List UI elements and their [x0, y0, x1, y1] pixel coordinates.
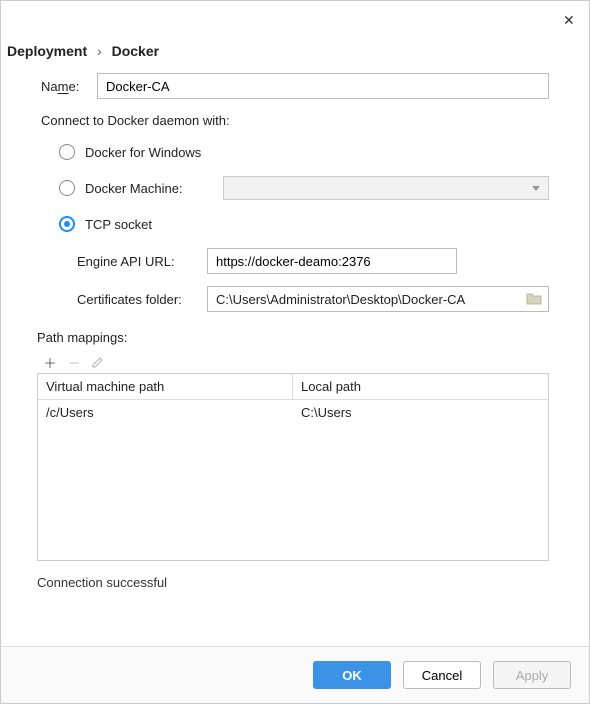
- engine-api-url-input[interactable]: [207, 248, 457, 274]
- apply-button: Apply: [493, 661, 571, 689]
- folder-browse-icon[interactable]: [526, 292, 542, 306]
- certificates-folder-label: Certificates folder:: [77, 292, 207, 307]
- table-header: Virtual machine path Local path: [38, 374, 548, 400]
- edit-mapping-button: [91, 355, 105, 369]
- certificates-folder-value: C:\Users\Administrator\Desktop\Docker-CA: [216, 292, 526, 307]
- radio-docker-machine-label[interactable]: Docker Machine:: [85, 181, 183, 196]
- add-mapping-button[interactable]: ＋: [43, 355, 57, 369]
- connection-status: Connection successful: [37, 575, 549, 590]
- name-input[interactable]: [97, 73, 549, 99]
- radio-tcp-socket[interactable]: [59, 216, 75, 232]
- titlebar: [1, 1, 589, 37]
- breadcrumb-parent[interactable]: Deployment: [7, 43, 87, 59]
- column-header-local-path[interactable]: Local path: [293, 374, 548, 399]
- chevron-down-icon: [532, 186, 540, 191]
- path-mappings-toolbar: ＋ －: [37, 351, 549, 373]
- breadcrumb-current: Docker: [112, 43, 159, 59]
- certificates-folder-input[interactable]: C:\Users\Administrator\Desktop\Docker-CA: [207, 286, 549, 312]
- close-icon[interactable]: [563, 12, 577, 26]
- table-body: /c/UsersC:\Users: [38, 400, 548, 560]
- docker-machine-select[interactable]: [223, 176, 549, 200]
- connect-label: Connect to Docker daemon with:: [41, 113, 549, 128]
- ok-button[interactable]: OK: [313, 661, 391, 689]
- remove-mapping-button: －: [67, 355, 81, 369]
- cell-local-path: C:\Users: [293, 400, 548, 425]
- path-mappings-label: Path mappings:: [37, 330, 549, 345]
- settings-dialog: Deployment › Docker Name: Connect to Doc…: [0, 0, 590, 704]
- breadcrumb-separator: ›: [97, 43, 102, 59]
- content-panel: Name: Connect to Docker daemon with: Doc…: [1, 73, 589, 646]
- radio-docker-machine[interactable]: [59, 180, 75, 196]
- dialog-footer: OK Cancel Apply: [1, 646, 589, 703]
- radio-tcp-socket-label[interactable]: TCP socket: [85, 217, 152, 232]
- breadcrumb: Deployment › Docker: [1, 37, 589, 73]
- connect-radio-group: Docker for Windows Docker Machine: TCP s…: [41, 140, 549, 248]
- name-label: Name:: [41, 79, 97, 94]
- engine-api-url-label: Engine API URL:: [77, 254, 207, 269]
- column-header-vm-path[interactable]: Virtual machine path: [38, 374, 293, 399]
- radio-docker-for-windows[interactable]: [59, 144, 75, 160]
- tcp-socket-fields: Engine API URL: Certificates folder: C:\…: [41, 248, 549, 324]
- path-mappings-table: Virtual machine path Local path /c/Users…: [37, 373, 549, 561]
- radio-docker-for-windows-label[interactable]: Docker for Windows: [85, 145, 201, 160]
- cell-vm-path: /c/Users: [38, 400, 293, 425]
- cancel-button[interactable]: Cancel: [403, 661, 481, 689]
- table-row[interactable]: /c/UsersC:\Users: [38, 400, 548, 425]
